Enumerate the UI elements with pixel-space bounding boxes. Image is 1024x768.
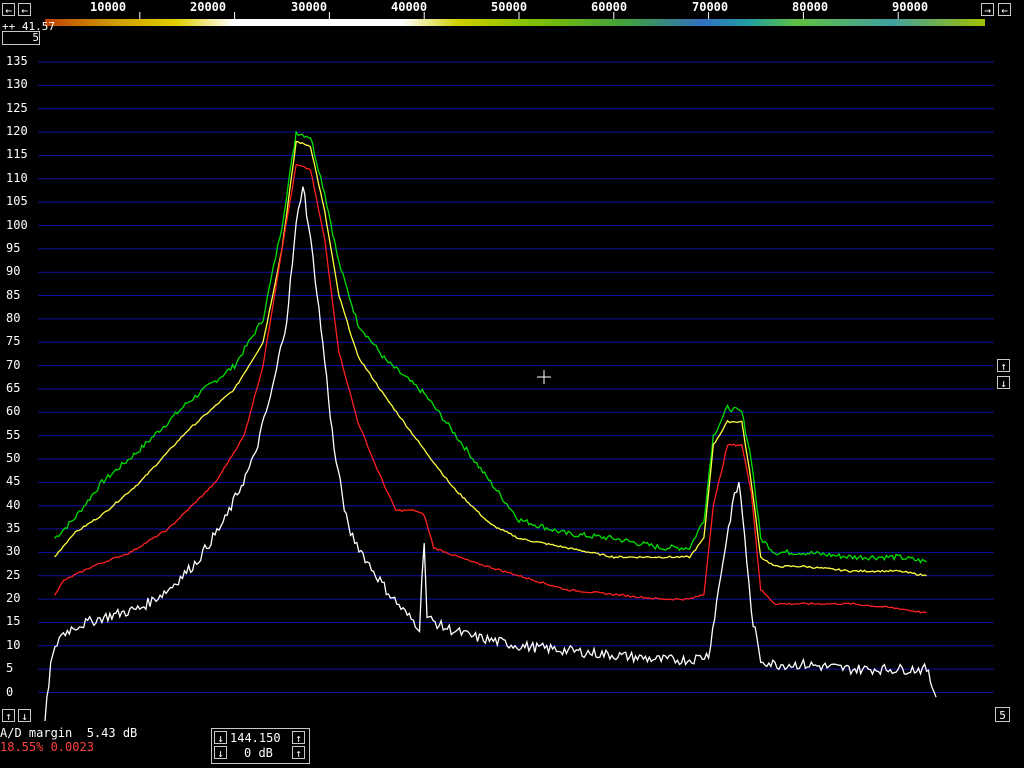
arrow-down-icon: ↓	[217, 747, 224, 760]
y-tick-label: 90	[6, 264, 21, 279]
freq-tick-label: 70000	[692, 0, 729, 14]
freq-tick-label: 10000	[90, 0, 127, 14]
waterfall-strip	[45, 19, 985, 26]
y-tick-label: 75	[6, 334, 21, 349]
y-tick-label: 105	[6, 194, 28, 209]
scroll-right-button[interactable]: →	[981, 3, 994, 17]
y-tick-label: 50	[6, 451, 21, 465]
freq-tick-label: 30000	[291, 0, 328, 14]
freq-tick-label: 80000	[792, 0, 829, 14]
header-box[interactable]: 5	[2, 31, 40, 45]
y-tick-label: 20	[6, 591, 21, 606]
freq-down-button[interactable]: ↓	[214, 731, 227, 745]
y-tick-label: 135	[6, 54, 28, 69]
arrow-down-icon: ↓	[217, 732, 224, 745]
y-tick-label: 40	[6, 497, 21, 512]
scroll-left-button-2[interactable]: ←	[18, 3, 31, 17]
scroll-left-button[interactable]: ←	[2, 3, 15, 17]
y-tick-label: 5	[6, 661, 14, 676]
arrow-left-icon: ←	[21, 4, 28, 17]
y-tick-label: 85	[6, 287, 21, 302]
y-tick-label: 110	[6, 170, 28, 185]
arrow-up-icon: ↑	[295, 747, 302, 760]
y-tick-label: 70	[6, 357, 21, 372]
arrow-left-icon: ←	[5, 4, 12, 17]
scale-down-button[interactable]: ↓	[997, 376, 1010, 390]
y-tick-label: 0	[6, 684, 14, 699]
y-tick-label: 125	[6, 100, 28, 115]
freq-tick-label: 20000	[190, 0, 227, 14]
trace-spectrum	[44, 186, 937, 722]
y-tick-label: 35	[6, 521, 21, 536]
trace-average	[54, 140, 927, 577]
bottom-up-button[interactable]: ↑	[2, 709, 15, 723]
status-readout: 18.55% 0.0023	[0, 740, 94, 754]
freq-tick-label: 40000	[391, 0, 428, 14]
arrow-left-icon: ←	[1001, 4, 1008, 17]
y-tick-label: 95	[6, 240, 21, 255]
freq-tick-label: 60000	[591, 0, 628, 14]
y-tick-label: 80	[6, 310, 21, 325]
arrow-down-icon: ↓	[1000, 377, 1007, 390]
y-tick-label: 25	[6, 567, 21, 582]
y-tick-label: 120	[6, 124, 28, 139]
bottom-down-button[interactable]: ↓	[18, 709, 31, 723]
arrow-up-icon: ↑	[1000, 360, 1007, 373]
ad-margin-label: A/D margin 5.43 dB	[0, 726, 138, 740]
arrow-right-icon: →	[984, 4, 991, 17]
y-tick-label: 55	[6, 427, 21, 442]
center-frequency[interactable]: 144.150	[230, 731, 281, 745]
y-tick-label: 30	[6, 544, 21, 559]
y-tick-label: 65	[6, 380, 21, 395]
y-tick-label: 100	[6, 217, 28, 232]
gain-value[interactable]: 0 dB	[244, 746, 273, 760]
freq-tick-label: 90000	[892, 0, 929, 14]
scroll-right-button-2[interactable]: ←	[998, 3, 1011, 17]
right-box-value: 5	[999, 709, 1006, 722]
freq-up-button[interactable]: ↑	[292, 731, 305, 745]
right-box-button[interactable]: 5	[995, 707, 1010, 722]
y-tick-label: 45	[6, 474, 21, 489]
gain-down-button[interactable]: ↓	[214, 746, 227, 760]
arrow-down-icon: ↓	[21, 710, 28, 723]
gain-up-button[interactable]: ↑	[292, 746, 305, 760]
y-tick-label: 15	[6, 614, 21, 629]
y-tick-label: 115	[6, 147, 28, 162]
arrow-up-icon: ↑	[295, 732, 302, 745]
trace-peak-hold	[54, 130, 927, 564]
arrow-up-icon: ↑	[5, 710, 12, 723]
y-tick-label: 10	[6, 637, 21, 652]
scale-up-button[interactable]: ↑	[997, 359, 1010, 373]
spectrum-plot	[38, 12, 994, 722]
y-tick-label: 60	[6, 404, 21, 419]
header-box-value: 5	[32, 31, 39, 44]
y-tick-label: 130	[6, 77, 28, 92]
freq-tick-label: 50000	[491, 0, 528, 14]
